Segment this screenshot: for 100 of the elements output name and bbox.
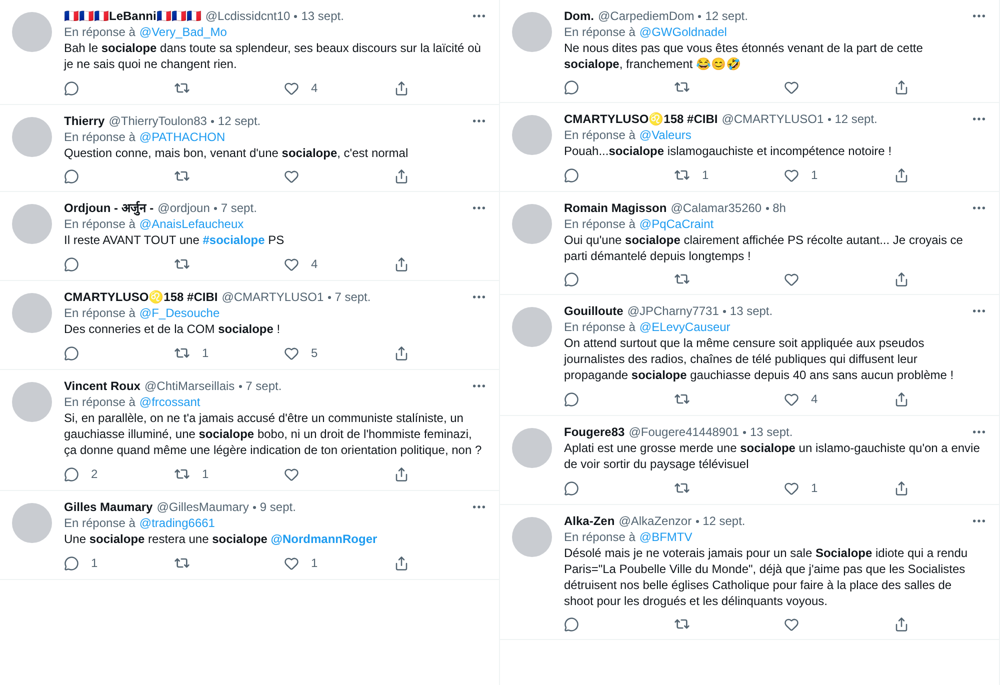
share-icon[interactable] bbox=[394, 346, 409, 360]
tweet-date[interactable]: 12 sept. bbox=[702, 513, 746, 529]
action-count: 1 bbox=[311, 555, 318, 572]
reply-icon[interactable] bbox=[64, 256, 79, 272]
user-name[interactable]: Thierry bbox=[64, 113, 105, 129]
reply-icon[interactable] bbox=[64, 556, 79, 570]
reply-icon[interactable] bbox=[564, 168, 579, 182]
reply-icon[interactable] bbox=[564, 480, 579, 496]
action-count: 5 bbox=[311, 345, 318, 362]
tweet-date[interactable]: 7 sept. bbox=[246, 378, 282, 394]
tweet-text: Une socialope restera une socialope @NordmannRoger bbox=[64, 531, 378, 547]
reply-icon[interactable] bbox=[64, 466, 79, 482]
user-name[interactable]: CMARTYLUSO♌158 #CIBI bbox=[64, 289, 218, 305]
user-handle[interactable]: @ordjoun bbox=[158, 200, 210, 216]
user-name[interactable]: Alka-Zen bbox=[564, 513, 615, 529]
reply-icon[interactable] bbox=[564, 616, 579, 632]
action-count: 4 bbox=[811, 391, 818, 408]
reply-icon[interactable] bbox=[564, 272, 579, 286]
user-handle[interactable]: @JPCharny7731 bbox=[627, 303, 719, 319]
tweet-date[interactable]: 13 sept. bbox=[750, 424, 793, 440]
tweet-date[interactable]: 12 sept. bbox=[834, 111, 878, 127]
tweet-text: Pouah...socialope islamogauchiste et incompétence notoire ! bbox=[564, 143, 893, 159]
reply-icon[interactable] bbox=[64, 168, 79, 184]
user-name[interactable]: 🇫🇷🇫🇷🇫🇷LeBanni🇫🇷🇫🇷🇫🇷 bbox=[64, 8, 202, 24]
user-handle[interactable]: @ChtiMarseillais bbox=[144, 378, 235, 394]
tweet-text: Si, en parallèle, on ne t'a jamais accusé d'être un communiste stalíniste, un gauchiasse illuminé, une socialope bobo, ni un droit de l'hommiste feminazi, ça donne quand même une légère indication de ton orientation politique, non ? bbox=[64, 410, 483, 458]
reply-label: En réponse à bbox=[564, 24, 636, 40]
share-icon[interactable] bbox=[394, 256, 409, 272]
action-count: 1 bbox=[702, 167, 709, 184]
share-icon[interactable] bbox=[894, 272, 909, 286]
like-icon[interactable] bbox=[784, 392, 799, 406]
user-name[interactable]: Ordjoun - अर्जुन - bbox=[64, 200, 154, 216]
reply-label: En réponse à bbox=[64, 24, 136, 40]
user-handle[interactable]: @CMARTYLUSO1 bbox=[722, 111, 824, 127]
reply-icon[interactable] bbox=[64, 346, 79, 360]
tweet-text: On attend surtout que la même censure soit appliquée aux pseudos journalistes des radios, chaînes de télé publiques qui diffusent leur propagande socialope gauchiasse depuis 40 ans sans aucun problème ! bbox=[564, 335, 955, 383]
tweet-text: Question conne, mais bon, venant d'une socialope, c'est normal bbox=[64, 145, 410, 161]
user-handle[interactable]: @Lcdissidcnt10 bbox=[205, 8, 290, 24]
reply-label: En réponse à bbox=[564, 216, 636, 232]
reply-label: En réponse à bbox=[64, 216, 136, 232]
share-icon[interactable] bbox=[394, 168, 409, 184]
user-handle[interactable]: @Fougere41448901 bbox=[628, 424, 739, 440]
action-count: 4 bbox=[311, 256, 318, 273]
tweet-date[interactable]: 13 sept. bbox=[730, 303, 773, 319]
like-icon[interactable] bbox=[784, 480, 799, 496]
action-count: 1 bbox=[202, 345, 209, 362]
user-name[interactable]: Vincent Roux bbox=[64, 378, 140, 394]
user-name[interactable]: CMARTYLUSO♌158 #CIBI bbox=[564, 111, 718, 127]
like-icon[interactable] bbox=[284, 346, 299, 360]
user-handle[interactable]: @ThierryToulon83 bbox=[108, 113, 207, 129]
tweet-date[interactable]: 7 sept. bbox=[220, 200, 257, 216]
share-icon[interactable] bbox=[894, 168, 909, 182]
user-name[interactable]: Dom. bbox=[564, 8, 594, 24]
tweet-date[interactable]: 13 sept. bbox=[301, 8, 344, 24]
share-icon[interactable] bbox=[894, 616, 909, 632]
reply-label: En réponse à bbox=[64, 394, 136, 410]
reply-label: En réponse à bbox=[564, 529, 636, 545]
tweet-text: Bah le socialope dans toute sa splendeur, ses beaux discours sur la laïcité où je ne sais quoi ne changent rien. bbox=[64, 40, 482, 72]
like-icon[interactable] bbox=[784, 272, 799, 286]
reply-label: En réponse à bbox=[64, 305, 136, 321]
action-count: 4 bbox=[311, 80, 318, 97]
tweet-date[interactable]: 12 sept. bbox=[218, 113, 261, 129]
user-name[interactable]: Fougere83 bbox=[564, 424, 625, 440]
user-handle[interactable]: @CMARTYLUSO1 bbox=[222, 289, 324, 305]
share-icon[interactable] bbox=[394, 466, 409, 482]
tweet-text: Désolé mais je ne voterais jamais pour un sale Socialope idiote qui a rendu Paris="La Poubelle Ville du Monde", déjà que j'aime pas que les Socialistes détruisent nos belle églises Catholique pour faire à la place des salles de shoot pour les drogués et les délinquants voyous. bbox=[564, 545, 969, 609]
share-icon[interactable] bbox=[894, 80, 909, 94]
like-icon[interactable] bbox=[284, 168, 299, 184]
user-handle[interactable]: @CarpediemDom bbox=[598, 8, 694, 24]
reply-label: En réponse à bbox=[564, 319, 636, 335]
user-name[interactable]: Gilles Maumary bbox=[64, 499, 153, 515]
tweet-date[interactable]: 9 sept. bbox=[260, 499, 296, 515]
user-handle[interactable]: @GillesMaumary bbox=[156, 499, 249, 515]
reply-label: En réponse à bbox=[64, 515, 136, 531]
like-icon[interactable] bbox=[784, 616, 799, 632]
reply-icon[interactable] bbox=[64, 80, 79, 96]
share-icon[interactable] bbox=[394, 556, 409, 570]
reply-icon[interactable] bbox=[564, 80, 579, 94]
like-icon[interactable] bbox=[284, 80, 299, 96]
like-icon[interactable] bbox=[784, 80, 799, 94]
share-icon[interactable] bbox=[394, 80, 409, 96]
action-count: 2 bbox=[91, 466, 98, 483]
like-icon[interactable] bbox=[784, 168, 799, 182]
action-count: 1 bbox=[202, 466, 209, 483]
user-handle[interactable]: @Calamar35260 bbox=[670, 200, 762, 216]
action-count: 1 bbox=[811, 167, 818, 184]
user-name[interactable]: Romain Magisson bbox=[564, 200, 667, 216]
user-name[interactable]: Gouilloute bbox=[564, 303, 624, 319]
user-handle[interactable]: @AlkaZenzor bbox=[618, 513, 692, 529]
action-count: 1 bbox=[811, 480, 818, 497]
like-icon[interactable] bbox=[284, 256, 299, 272]
tweet-date[interactable]: 8h bbox=[772, 200, 786, 216]
like-icon[interactable] bbox=[284, 556, 299, 570]
tweet-date[interactable]: 12 sept. bbox=[705, 8, 748, 24]
share-icon[interactable] bbox=[894, 480, 909, 496]
share-icon[interactable] bbox=[894, 392, 909, 406]
like-icon[interactable] bbox=[284, 466, 299, 482]
tweet-date[interactable]: 7 sept. bbox=[334, 289, 371, 305]
reply-icon[interactable] bbox=[564, 392, 579, 406]
tweet-text: Ne nous dites pas que vous êtes étonnés venant de la part de cette socialope, franchement 😂😊🤣 bbox=[564, 40, 924, 72]
